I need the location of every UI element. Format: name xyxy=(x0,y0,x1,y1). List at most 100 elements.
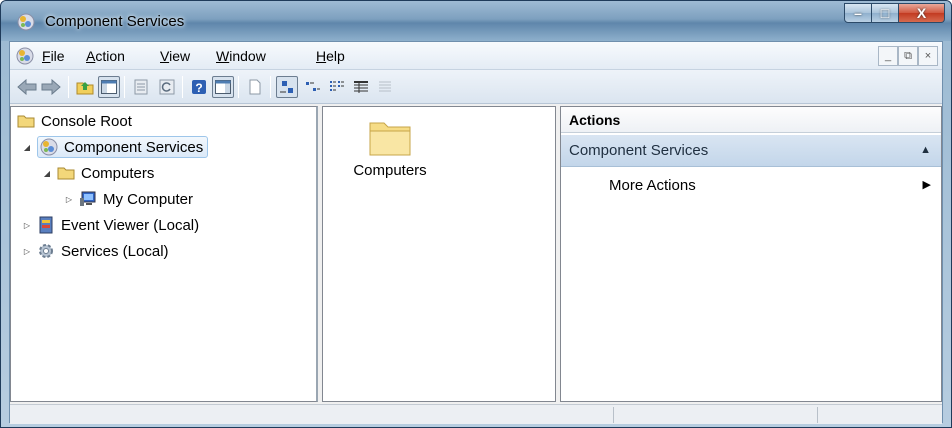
large-icons-button[interactable] xyxy=(276,76,298,98)
refresh-icon xyxy=(159,79,175,95)
help-icon: ? xyxy=(192,80,206,95)
new-window-icon xyxy=(249,79,261,95)
properties-icon xyxy=(134,79,148,95)
menu-view[interactable]: View xyxy=(160,48,190,64)
maximize-button[interactable]: □ xyxy=(872,3,899,23)
close-icon: X xyxy=(916,5,927,21)
menu-action[interactable]: Action xyxy=(86,48,125,64)
close-button[interactable]: X xyxy=(899,3,945,23)
console-tree-icon xyxy=(101,80,117,94)
menu-help[interactable]: Help xyxy=(316,48,345,64)
minimize-icon: – xyxy=(854,5,862,21)
app-window: Component Services – □ X File Action Vie… xyxy=(0,0,952,428)
filter-icon xyxy=(379,81,391,92)
folder-icon xyxy=(57,167,75,180)
help-button[interactable]: ? xyxy=(188,76,210,98)
detail-view-button[interactable] xyxy=(350,76,372,98)
back-button[interactable] xyxy=(16,76,38,98)
mdi-minimize-button[interactable]: _ xyxy=(878,46,898,66)
component-services-icon xyxy=(40,138,58,156)
collapse-arrow-icon[interactable]: ◢ xyxy=(41,167,53,179)
tree-item-my-computer[interactable]: ▷ My Computer xyxy=(63,187,193,211)
close-icon: × xyxy=(924,50,932,62)
toolbar: ? xyxy=(10,70,942,104)
up-one-level-button[interactable] xyxy=(74,76,96,98)
component-services-icon[interactable] xyxy=(16,47,34,65)
tree-item-component-services[interactable]: ◢ Component Services xyxy=(21,135,209,159)
folder-icon xyxy=(369,122,411,156)
restore-icon: ⧉ xyxy=(904,49,912,62)
show-hide-action-pane-button[interactable] xyxy=(212,76,234,98)
back-arrow-icon xyxy=(17,79,37,95)
forward-arrow-icon xyxy=(41,79,61,95)
tree-item-label: Console Root xyxy=(41,112,132,130)
tree-item-console-root[interactable]: Console Root xyxy=(17,109,132,133)
caption-buttons: – □ X xyxy=(844,3,945,23)
expand-arrow-icon[interactable]: ▷ xyxy=(63,193,75,205)
tree-item-label: Component Services xyxy=(64,138,204,156)
svg-text:?: ? xyxy=(195,81,202,95)
filter-list-button[interactable] xyxy=(374,76,396,98)
list-view-button[interactable] xyxy=(326,76,348,98)
toolbar-separator xyxy=(124,76,125,98)
actions-group-label: Component Services xyxy=(569,142,709,159)
action-more-actions[interactable]: More Actions ▶ xyxy=(561,173,941,199)
event-viewer-icon xyxy=(39,216,53,234)
gear-icon xyxy=(39,244,53,258)
tree-item-label: Services (Local) xyxy=(61,242,169,260)
forward-button[interactable] xyxy=(40,76,62,98)
actions-group-component-services[interactable]: Component Services ▲ xyxy=(561,135,941,167)
folder-icon xyxy=(17,115,35,128)
show-hide-console-tree-button[interactable] xyxy=(98,76,120,98)
small-icons-icon xyxy=(306,82,320,91)
small-icons-button[interactable] xyxy=(302,76,324,98)
toolbar-separator xyxy=(238,76,239,98)
action-label: More Actions xyxy=(609,177,696,194)
toolbar-separator xyxy=(68,76,69,98)
large-icons-icon xyxy=(280,81,293,93)
status-segment xyxy=(818,407,942,423)
component-services-icon xyxy=(17,13,35,31)
computer-icon xyxy=(80,191,96,206)
new-window-button[interactable] xyxy=(244,76,266,98)
actions-pane: Actions Component Services ▲ More Action… xyxy=(560,106,942,402)
tree-item-label: Event Viewer (Local) xyxy=(61,216,200,234)
tree-item-event-viewer[interactable]: ▷ Event Viewer (Local) xyxy=(21,213,199,237)
minimize-button[interactable]: – xyxy=(844,3,872,23)
mdi-close-button[interactable]: × xyxy=(918,46,938,66)
maximize-icon: □ xyxy=(880,5,890,21)
menu-bar: File Action View Window Help _ ⧉ × xyxy=(10,42,942,70)
status-segment xyxy=(10,407,614,423)
result-pane: Computers xyxy=(322,106,556,402)
tree-item-label: My Computer xyxy=(103,190,194,208)
title-bar[interactable]: Component Services – □ X xyxy=(1,1,951,41)
toolbar-separator xyxy=(270,76,271,98)
tree-item-computers[interactable]: ◢ Computers xyxy=(41,161,154,185)
menu-file[interactable]: File xyxy=(42,48,65,64)
actions-header: Actions xyxy=(561,107,941,133)
expand-arrow-icon[interactable]: ▷ xyxy=(21,219,33,231)
up-folder-icon xyxy=(76,82,94,95)
menu-window[interactable]: Window xyxy=(216,48,266,64)
tree-item-services[interactable]: ▷ Services (Local) xyxy=(21,239,169,263)
collapse-arrow-icon[interactable]: ◢ xyxy=(21,141,33,153)
refresh-button[interactable] xyxy=(156,76,178,98)
expand-arrow-icon[interactable]: ▷ xyxy=(21,245,33,257)
list-item-label: Computers xyxy=(353,162,427,179)
selected-node: Component Services xyxy=(37,136,209,158)
submenu-arrow-icon: ▶ xyxy=(922,179,931,191)
console-tree: Console Root ◢ Component Services ◢ Comp… xyxy=(10,106,318,402)
mdi-restore-button[interactable]: ⧉ xyxy=(898,46,918,66)
minimize-icon: _ xyxy=(884,50,892,62)
collapse-caret-icon[interactable]: ▲ xyxy=(920,144,931,156)
properties-button[interactable] xyxy=(130,76,152,98)
client-area: File Action View Window Help _ ⧉ × ? Con… xyxy=(9,41,943,424)
list-item-computers[interactable]: Computers xyxy=(335,117,445,179)
detail-icon xyxy=(354,81,368,93)
action-pane-icon xyxy=(215,80,231,94)
status-bar xyxy=(10,404,942,424)
mdi-controls: _ ⧉ × xyxy=(878,46,938,66)
toolbar-separator xyxy=(182,76,183,98)
tree-item-label: Computers xyxy=(81,164,155,182)
window-title: Component Services xyxy=(45,13,185,30)
